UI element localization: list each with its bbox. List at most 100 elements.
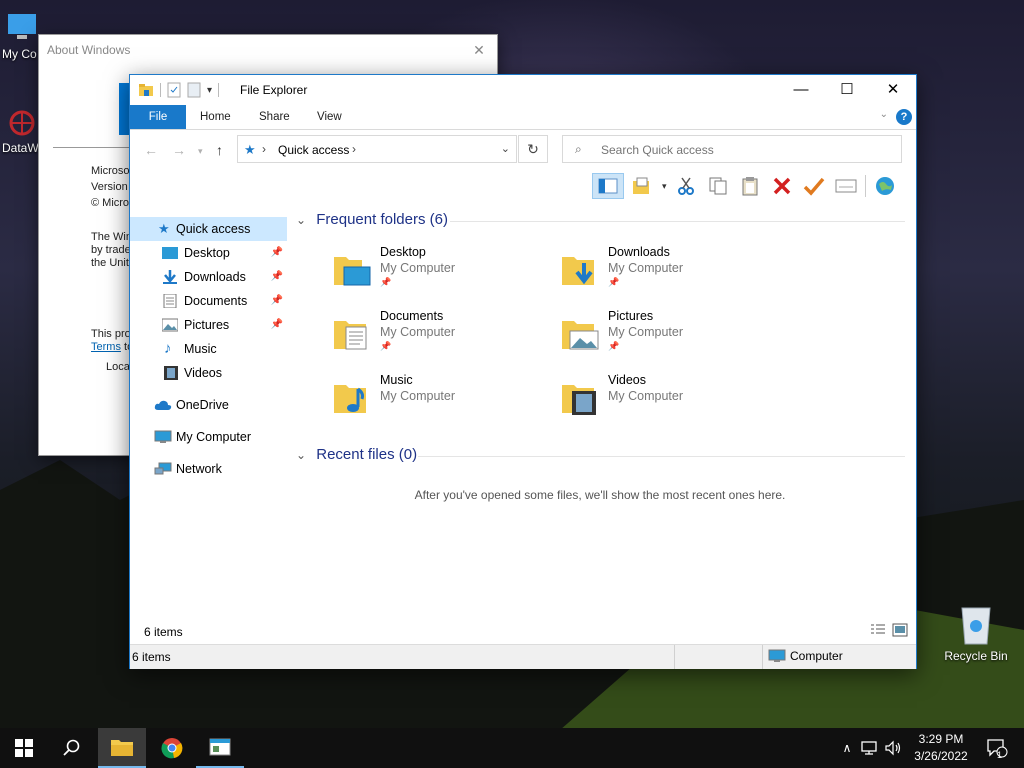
folder-tile-videos[interactable]: Videos My Computer — [560, 373, 780, 429]
address-bar[interactable]: ★ › Quick access › ⌄ — [237, 135, 517, 163]
collapse-chevron-icon[interactable]: ⌄ — [296, 213, 306, 227]
pin-icon: 📌 — [270, 295, 283, 306]
details-view-icon[interactable] — [870, 623, 886, 637]
folder-tile-downloads[interactable]: Downloads My Computer 📌 — [560, 245, 780, 301]
taskbar-file-explorer[interactable] — [98, 728, 146, 768]
preview-pane-button[interactable] — [592, 173, 624, 199]
copy-button[interactable] — [705, 173, 731, 199]
taskbar-about-windows[interactable] — [196, 728, 244, 768]
desktop-icon-recycle-bin[interactable]: Recycle Bin — [944, 602, 1008, 663]
address-dropdown-chevron-icon[interactable]: ⌄ — [501, 142, 510, 155]
nav-item-desktop[interactable]: Desktop 📌 — [130, 241, 287, 265]
search-button[interactable] — [48, 728, 96, 768]
breadcrumb-chevron-icon[interactable]: › — [352, 142, 356, 156]
nav-item-quick-access[interactable]: ★ Quick access — [130, 217, 287, 241]
forward-arrow-icon[interactable]: → — [172, 142, 186, 158]
nav-item-pictures[interactable]: Pictures 📌 — [130, 313, 287, 337]
system-tray: ∧ — [838, 728, 904, 768]
group-header-recent[interactable]: ⌄ Recent files (0) — [296, 446, 417, 463]
delete-x-icon — [773, 177, 790, 195]
nav-item-my-computer[interactable]: My Computer — [130, 425, 287, 449]
chrome-icon — [161, 738, 183, 759]
taskbar-chrome[interactable] — [148, 728, 196, 768]
nav-item-onedrive[interactable]: OneDrive — [130, 393, 287, 417]
tab-view[interactable]: View — [317, 105, 342, 129]
folder-tile-music[interactable]: Music My Computer — [332, 373, 552, 429]
about-line: by trade — [91, 244, 131, 256]
divider — [762, 645, 763, 669]
ribbon-tabs: File Home Share View ⌄ ? — [130, 105, 916, 130]
close-icon[interactable]: ✕ — [469, 35, 489, 65]
nav-label: Network — [176, 462, 222, 476]
folder-icon — [111, 740, 133, 756]
folder-tile-pictures[interactable]: Pictures My Computer 📌 — [560, 309, 780, 365]
notification-center-button[interactable]: 1 — [982, 728, 1012, 768]
desktop-icon-label: Recycle Bin — [944, 649, 1008, 663]
star-icon: ★ — [244, 142, 256, 157]
desktop-icon-label: My Co — [2, 47, 37, 61]
new-item-chevron-icon[interactable]: ▾ — [662, 181, 667, 192]
breadcrumb-chevron-icon[interactable]: › — [262, 142, 266, 156]
notification-count-badge: 1 — [997, 750, 1003, 760]
group-header-frequent[interactable]: ⌄ Frequent folders (6) — [296, 211, 448, 228]
group-title: Recent files (0) — [316, 446, 418, 463]
close-button[interactable]: ✕ — [870, 75, 916, 105]
expand-ribbon-chevron-icon[interactable]: ⌄ — [880, 109, 888, 120]
about-title-bar[interactable]: About Windows ✕ — [39, 35, 497, 65]
customize-qat-chevron-icon[interactable]: ▾ — [207, 85, 212, 96]
nav-label: My Computer — [176, 430, 252, 444]
maximize-button[interactable]: ☐ — [824, 75, 870, 105]
nav-item-downloads[interactable]: Downloads 📌 — [130, 265, 287, 289]
star-icon: ★ — [158, 221, 170, 236]
search-box[interactable]: ⌕ — [562, 135, 902, 163]
terms-link[interactable]: Terms — [91, 341, 121, 353]
nav-item-documents[interactable]: Documents 📌 — [130, 289, 287, 313]
tab-share[interactable]: Share — [259, 105, 290, 129]
nav-item-music[interactable]: ♪ Music — [130, 337, 287, 361]
rename-button[interactable] — [801, 173, 827, 199]
new-folder-icon[interactable] — [187, 82, 201, 98]
refresh-button[interactable]: ↻ — [518, 135, 548, 163]
search-input[interactable] — [599, 140, 893, 160]
monitor-icon — [768, 649, 786, 662]
clock-time: 3:29 PM — [918, 732, 964, 746]
folder-tile-documents[interactable]: Documents My Computer 📌 — [332, 309, 552, 365]
show-hidden-icons-chevron-icon[interactable]: ∧ — [838, 741, 856, 755]
nav-label: Pictures — [184, 318, 230, 332]
paste-button[interactable] — [737, 173, 763, 199]
pin-icon: 📌 — [380, 277, 392, 287]
folder-location: My Computer — [380, 389, 456, 403]
content-pane: ⌄ Frequent folders (6) Desktop My Comput… — [290, 203, 910, 643]
system-clock[interactable]: 3:29 PM 3/26/2022 — [906, 731, 976, 765]
app-icon — [9, 110, 35, 136]
start-button[interactable] — [0, 728, 48, 768]
file-explorer-window[interactable]: ▾ File Explorer — ☐ ✕ File Home Share Vi… — [129, 74, 917, 669]
collapse-chevron-icon[interactable]: ⌄ — [296, 448, 306, 462]
folder-tile-desktop[interactable]: Desktop My Computer 📌 — [332, 245, 552, 301]
properties-button[interactable] — [833, 173, 859, 199]
desktop-icon-datawrapper[interactable]: DataW — [2, 108, 42, 155]
minimize-button[interactable]: — — [778, 75, 824, 105]
network-globe-button[interactable] — [872, 173, 898, 199]
up-arrow-icon[interactable]: ↑ — [216, 142, 223, 158]
volume-icon[interactable] — [884, 740, 904, 756]
back-arrow-icon[interactable]: ← — [144, 142, 158, 158]
delete-button[interactable] — [769, 173, 795, 199]
about-terms-line: Terms to — [91, 341, 133, 353]
explorer-folder-icon[interactable] — [138, 82, 154, 98]
cut-button[interactable] — [673, 173, 699, 199]
tab-home[interactable]: Home — [200, 105, 231, 129]
breadcrumb-quick-access[interactable]: Quick access — [278, 143, 349, 157]
status-item-count: 6 items — [132, 650, 171, 664]
help-icon[interactable]: ? — [896, 109, 912, 125]
properties-icon[interactable] — [167, 82, 181, 98]
tab-file[interactable]: File — [130, 105, 186, 129]
recent-locations-chevron-icon[interactable]: ▾ — [198, 146, 203, 157]
desktop-icon-my-computer[interactable]: My Co — [2, 10, 42, 61]
nav-item-network[interactable]: Network — [130, 457, 287, 481]
network-icon[interactable] — [860, 740, 880, 756]
new-item-button[interactable] — [630, 173, 656, 199]
large-icons-view-icon[interactable] — [892, 623, 908, 637]
nav-item-videos[interactable]: Videos — [130, 361, 287, 385]
title-bar[interactable]: ▾ File Explorer — ☐ ✕ — [130, 75, 916, 105]
